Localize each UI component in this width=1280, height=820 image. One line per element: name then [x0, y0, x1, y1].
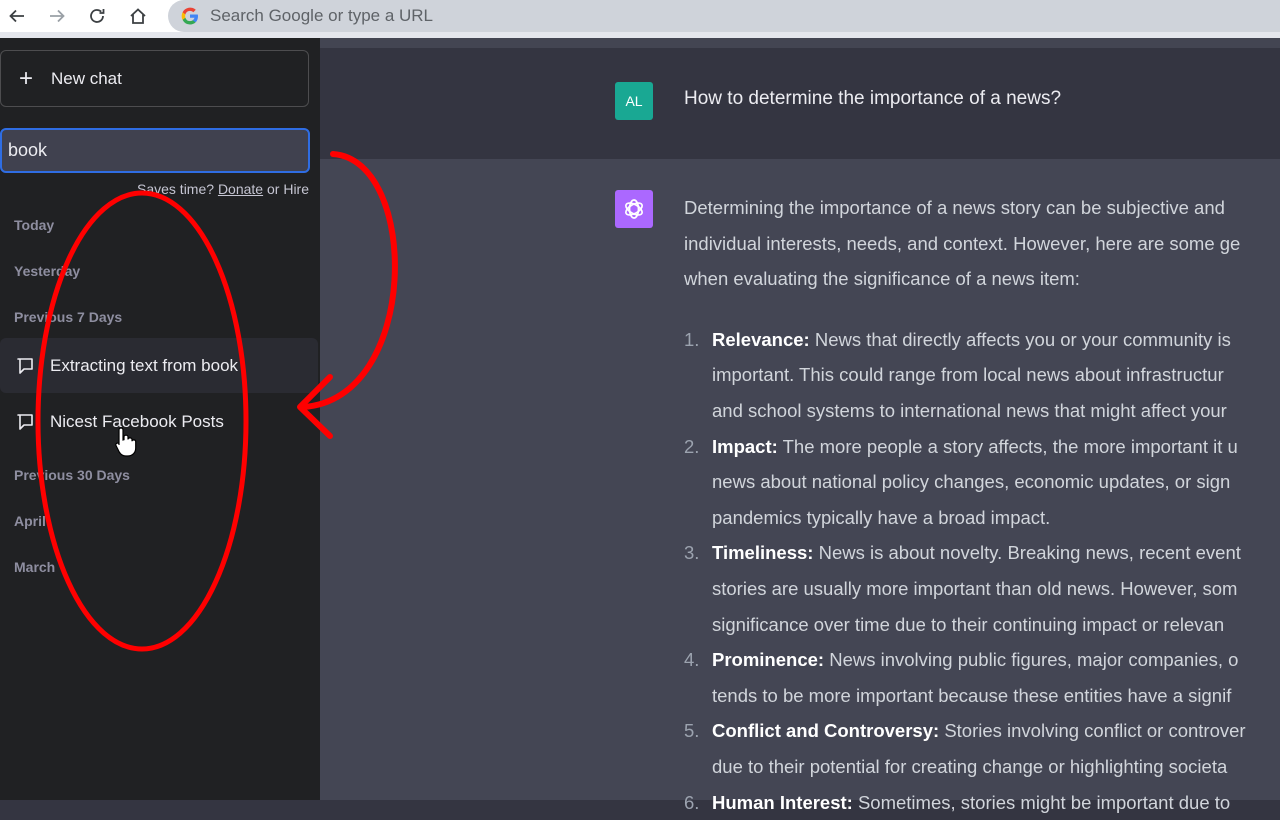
item-line: significance over time due to their cont… — [712, 614, 1224, 635]
promo-prefix: Saves time? — [137, 181, 214, 197]
chat-bubble-icon — [0, 356, 50, 376]
group-label-previous-7-days: Previous 7 Days — [14, 309, 122, 325]
list-item: 4. Prominence: News involving public fig… — [684, 642, 1280, 713]
item-number: 6. — [684, 785, 699, 820]
intro-line: Determining the importance of a news sto… — [684, 197, 1225, 218]
reload-icon — [88, 7, 106, 25]
criteria-list: 1. Relevance: News that directly affects… — [684, 322, 1280, 820]
promo-text: Saves time? Donate or Hire — [137, 181, 309, 197]
assistant-intro: Determining the importance of a news sto… — [684, 190, 1280, 297]
item-line: stories are usually more important than … — [712, 578, 1237, 599]
home-icon — [129, 7, 147, 25]
conversation-item[interactable]: Nicest Facebook Posts — [0, 394, 318, 449]
chat-area: AL How to determine the importance of a … — [320, 38, 1280, 800]
list-item: 2. Impact: The more people a story affec… — [684, 429, 1280, 536]
list-item: 3. Timeliness: News is about novelty. Br… — [684, 535, 1280, 642]
group-label-april: April — [14, 513, 46, 529]
item-line: News is about novelty. Breaking news, re… — [819, 542, 1241, 563]
item-title: Human Interest: — [712, 792, 853, 813]
assistant-avatar — [615, 190, 653, 228]
group-label-march: March — [14, 559, 55, 575]
item-line: and school systems to international news… — [712, 400, 1227, 421]
new-chat-button[interactable]: + New chat — [0, 50, 309, 107]
item-line: tends to be more important because these… — [712, 685, 1231, 706]
conversation-item[interactable]: Extracting text from book — [0, 338, 318, 393]
hire-link[interactable]: Hire — [283, 181, 309, 197]
item-line: News that directly affects you or your c… — [815, 329, 1231, 350]
item-line: pandemics typically have a broad impact. — [712, 507, 1050, 528]
item-line: Stories involving conflict or controver — [944, 720, 1245, 741]
item-title: Prominence: — [712, 649, 824, 670]
hand-cursor-icon — [114, 426, 140, 458]
user-avatar: AL — [615, 82, 653, 120]
chat-bubble-icon — [0, 412, 50, 432]
item-line: due to their potential for creating chan… — [712, 756, 1227, 777]
group-label-yesterday: Yesterday — [14, 263, 80, 279]
intro-line: when evaluating the significance of a ne… — [684, 268, 1080, 289]
group-label-today: Today — [14, 217, 54, 233]
list-item: 5. Conflict and Controversy: Stories inv… — [684, 713, 1280, 784]
reload-button[interactable] — [82, 3, 112, 29]
item-title: Impact: — [712, 436, 778, 457]
item-line: news about national policy changes, econ… — [712, 471, 1230, 492]
arrow-right-icon — [48, 7, 66, 25]
list-item: 6. Human Interest: Sometimes, stories mi… — [684, 785, 1280, 820]
openai-logo-icon — [620, 195, 648, 223]
donate-link[interactable]: Donate — [218, 181, 263, 197]
user-message-text: How to determine the importance of a new… — [684, 88, 1061, 110]
group-label-previous-30-days: Previous 30 Days — [14, 467, 130, 483]
sidebar: + New chat Saves time? Donate or Hire To… — [0, 38, 320, 800]
chat-top-strip — [320, 38, 1280, 48]
conversation-title: Extracting text from book — [50, 356, 238, 376]
item-line: important. This could range from local n… — [712, 364, 1224, 385]
search-input[interactable] — [0, 128, 310, 173]
item-line: News involving public figures, major com… — [829, 649, 1238, 670]
item-number: 1. — [684, 322, 699, 358]
arrow-left-icon — [8, 7, 26, 25]
home-button[interactable] — [123, 3, 153, 29]
item-line: Sometimes, stories might be important du… — [858, 792, 1230, 813]
item-number: 3. — [684, 535, 699, 571]
user-message: AL How to determine the importance of a … — [320, 48, 1280, 159]
item-title: Relevance: — [712, 329, 810, 350]
item-line: The more people a story affects, the mor… — [783, 436, 1238, 457]
item-number: 2. — [684, 429, 699, 465]
item-title: Timeliness: — [712, 542, 813, 563]
plus-icon: + — [1, 65, 51, 93]
assistant-message: Determining the importance of a news sto… — [684, 190, 1280, 820]
omnibox-placeholder: Search Google or type a URL — [210, 6, 433, 26]
item-title: Conflict and Controversy: — [712, 720, 939, 741]
promo-middle: or — [267, 181, 279, 197]
intro-line: individual interests, needs, and context… — [684, 233, 1240, 254]
forward-button[interactable] — [42, 3, 72, 29]
back-button[interactable] — [2, 3, 32, 29]
new-chat-label: New chat — [51, 69, 122, 89]
item-number: 4. — [684, 642, 699, 678]
browser-toolbar: Search Google or type a URL — [0, 0, 1280, 38]
item-number: 5. — [684, 713, 699, 749]
list-item: 1. Relevance: News that directly affects… — [684, 322, 1280, 429]
google-logo-icon — [180, 6, 200, 26]
omnibox[interactable]: Search Google or type a URL — [168, 0, 1280, 32]
